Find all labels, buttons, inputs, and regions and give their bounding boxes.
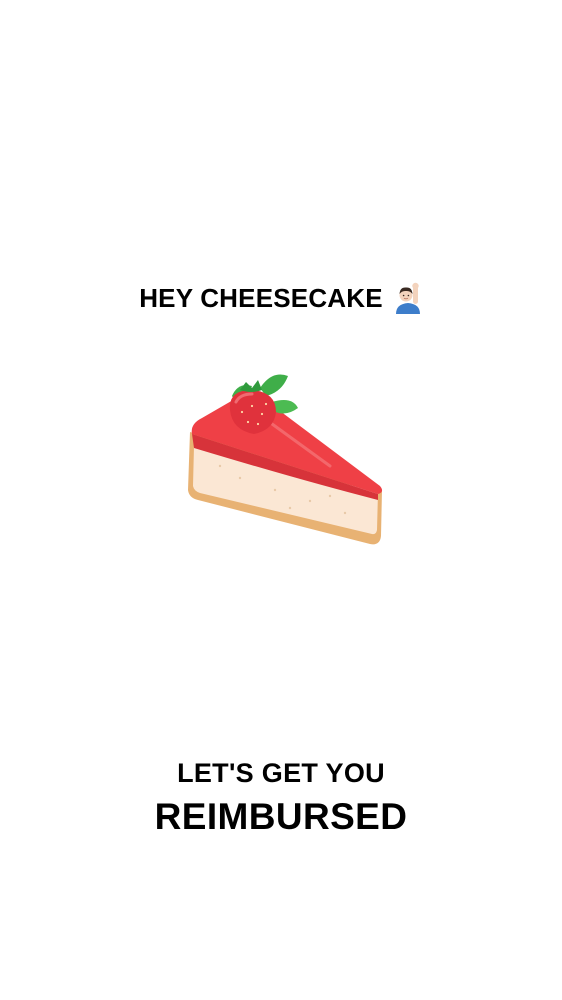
tagline-line-2: REIMBURSED [154, 796, 408, 837]
cheesecake-illustration [180, 368, 390, 548]
greeting-title: HEY CHEESECAKE [139, 283, 383, 313]
greeting-row: HEY CHEESECAKE [0, 282, 562, 314]
tagline: LET'S GET YOU REIMBURSED [0, 756, 562, 840]
raised-hand-icon [393, 282, 423, 314]
tagline-line-1: LET'S GET YOU [177, 758, 385, 788]
cheesecake-icon [188, 374, 383, 545]
